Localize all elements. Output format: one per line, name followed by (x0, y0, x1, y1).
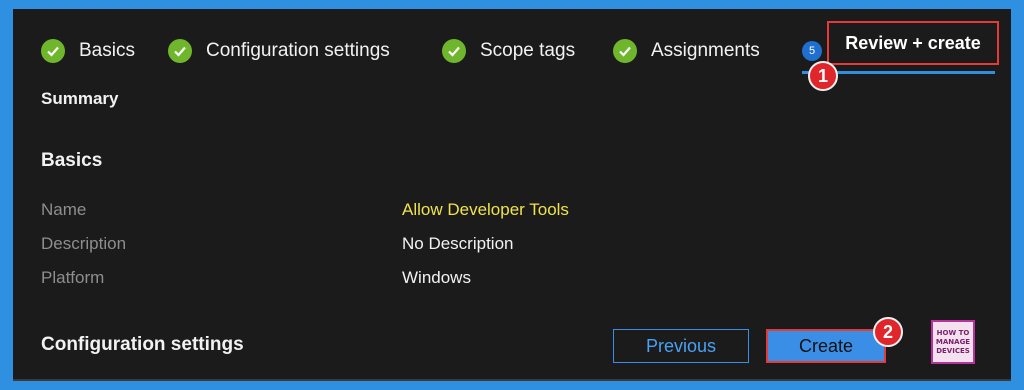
configuration-settings-heading: Configuration settings (41, 334, 244, 355)
callout-badge-1: 1 (808, 61, 838, 91)
logo-line: DEVICES (936, 346, 970, 355)
step-label: Configuration settings (206, 40, 390, 61)
previous-button[interactable]: Previous (613, 329, 749, 363)
row-value: Allow Developer Tools (402, 200, 569, 219)
check-circle-icon (442, 39, 466, 63)
step-label: Assignments (651, 40, 760, 61)
detail-row-description: Description No Description (41, 234, 641, 260)
check-circle-icon (168, 39, 192, 63)
step-label: Scope tags (480, 40, 576, 61)
step-number-icon: 5 (802, 41, 822, 61)
step-label-active: Review + create (845, 32, 981, 53)
row-key: Platform (41, 268, 105, 287)
row-value: Windows (402, 268, 471, 287)
callout-badge-2: 2 (873, 317, 903, 347)
check-circle-icon (613, 39, 637, 63)
step-assignments[interactable]: Assignments (613, 31, 760, 71)
step-scope-tags[interactable]: Scope tags (442, 31, 575, 71)
how-to-manage-devices-logo: HOW TO MANAGE DEVICES (931, 320, 975, 364)
wizard-steps: Basics Configuration settings Scope tags… (13, 9, 1011, 79)
step-review-create[interactable]: Review + create (827, 21, 999, 65)
step-basics[interactable]: Basics (41, 31, 135, 71)
row-key: Name (41, 200, 87, 219)
create-button[interactable]: Create (766, 329, 886, 363)
row-value: No Description (402, 234, 514, 253)
row-key: Description (41, 234, 127, 253)
divider (13, 379, 1011, 381)
logo-line: HOW TO (936, 328, 970, 337)
detail-row-platform: Platform Windows (41, 268, 641, 294)
check-circle-icon (41, 39, 65, 63)
step-label: Basics (79, 40, 135, 61)
review-create-panel: Basics Configuration settings Scope tags… (13, 9, 1011, 381)
detail-row-name: Name Allow Developer Tools (41, 200, 641, 226)
summary-heading: Summary (41, 89, 119, 108)
step-configuration-settings[interactable]: Configuration settings (168, 31, 390, 71)
basics-heading: Basics (41, 150, 103, 171)
logo-line: MANAGE (935, 337, 971, 346)
